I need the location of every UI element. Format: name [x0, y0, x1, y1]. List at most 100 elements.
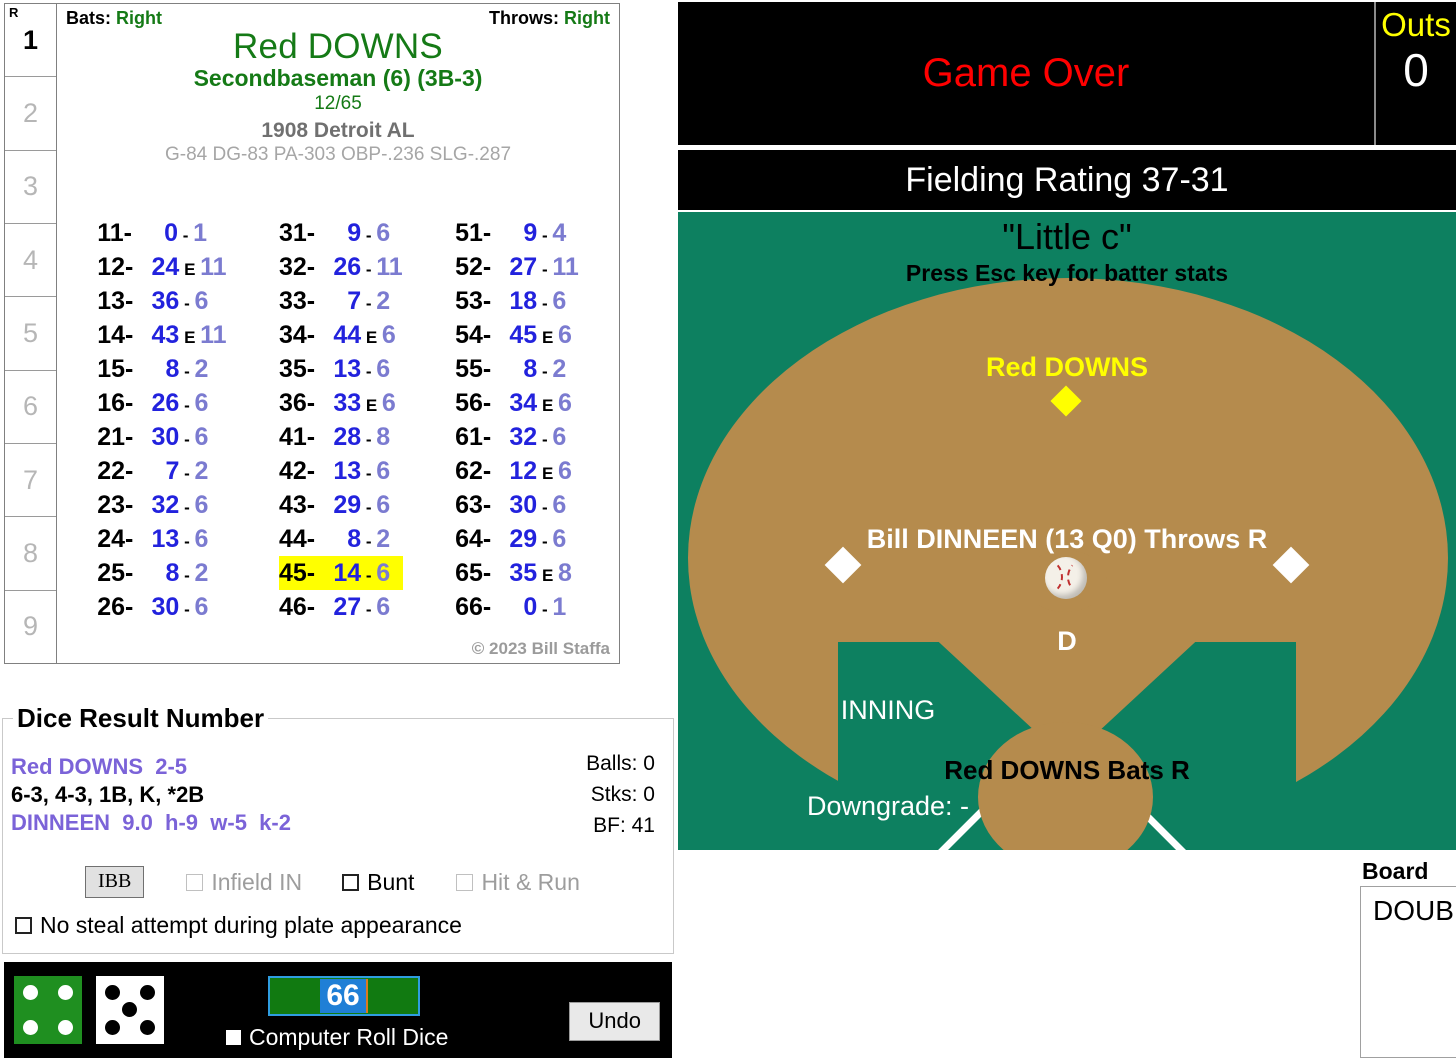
result-secondary-value: 11 — [552, 253, 579, 281]
result-row: 55- 8 - 2 — [455, 352, 579, 386]
result-key: 66- — [455, 593, 492, 621]
dice-result-group: Dice Result Number Red DOWNS 2-5 6-3, 4-… — [2, 703, 674, 954]
inning-cell-2: 2 — [5, 77, 56, 151]
result-key: 61- — [455, 423, 492, 451]
inning-number: 1 — [22, 24, 39, 55]
result-row: 45- 14 - 6 — [278, 556, 403, 590]
checkbox-icon — [456, 873, 474, 891]
result-primary-value: 24 — [151, 253, 180, 281]
result-key: 55- — [455, 355, 492, 383]
hit-and-run-checkbox[interactable]: Hit & Run — [456, 869, 580, 896]
bats-info: Bats: Right — [66, 8, 162, 29]
result-primary-value: 28 — [333, 423, 362, 451]
result-primary-value: 30 — [151, 423, 180, 451]
separator: - — [537, 600, 553, 619]
result-key: 33- — [278, 287, 316, 315]
result-row: 31- 9 - 6 — [279, 216, 403, 250]
inning-number: 8 — [22, 537, 39, 568]
error-marker: E — [179, 328, 201, 347]
result-key: 64- — [455, 525, 492, 553]
die-pip — [57, 1019, 73, 1035]
result-primary-value: 32 — [151, 491, 180, 519]
outs-label: Outs — [1381, 6, 1451, 43]
result-row: 56- 34 E 6 — [455, 386, 579, 420]
inning-number: 2 — [22, 97, 39, 128]
result-key: 32- — [278, 253, 316, 281]
result-primary-value: 0 — [164, 219, 178, 247]
white-die[interactable] — [96, 976, 164, 1044]
result-secondary-value: 6 — [558, 321, 572, 349]
throws-label: Throws: — [489, 8, 559, 28]
result-secondary-value: 6 — [552, 287, 567, 315]
error-marker: E — [361, 396, 382, 415]
die-pip — [57, 985, 73, 1001]
result-primary-value: 32 — [509, 423, 538, 451]
ibb-button[interactable]: IBB — [85, 866, 145, 898]
result-row: 53- 18 - 6 — [455, 284, 579, 318]
result-key: 45- — [278, 559, 316, 587]
separator: - — [179, 464, 195, 483]
result-secondary-value: 6 — [376, 219, 391, 247]
home-area[interactable]: Home Bench Home Pen — [1321, 784, 1448, 850]
result-primary-value: 30 — [509, 491, 538, 519]
fielding-rating-bar: Fielding Rating 37-31 — [678, 150, 1456, 210]
inning-number: 3 — [22, 171, 39, 202]
die-pip — [23, 985, 39, 1001]
bunt-checkbox[interactable]: Bunt — [342, 869, 414, 896]
result-primary-value: 26 — [333, 253, 362, 281]
result-row: 11- 0 - 1 — [97, 216, 226, 250]
result-secondary-value: 6 — [376, 593, 391, 621]
separator: - — [179, 294, 195, 313]
result-primary-value: 44 — [333, 321, 362, 349]
roll-value-text: 66 — [320, 979, 368, 1013]
error-marker: E — [537, 566, 559, 585]
result-primary-value: 34 — [509, 389, 538, 417]
result-secondary-value: 11 — [200, 321, 227, 349]
no-steal-checkbox[interactable]: No steal attempt during plate appearance — [15, 912, 462, 939]
result-secondary-value: 6 — [376, 355, 391, 383]
visitors-bench-link[interactable]: Visitors Bench — [686, 846, 826, 850]
home-bench-link[interactable]: Home Bench — [1321, 846, 1448, 850]
batter-summary-line: Red DOWNS 2-5 — [11, 754, 188, 779]
result-row: 22- 7 - 2 — [97, 454, 226, 488]
result-row: 65- 35 E 8 — [455, 556, 579, 590]
infield-in-checkbox[interactable]: Infield IN — [186, 869, 302, 896]
result-primary-value: 0 — [523, 593, 538, 621]
result-key: 13- — [97, 287, 134, 315]
result-options-line: 6-3, 4-3, 1B, K, *2B — [11, 782, 205, 807]
result-row: 16- 26 - 6 — [97, 386, 226, 420]
result-row: 34- 44 E 6 — [279, 318, 403, 352]
result-primary-value: 9 — [523, 219, 538, 247]
batters-faced: BF: 41 — [593, 814, 655, 837]
visitors-area[interactable]: Visitors Bench Visitors Pen — [686, 784, 826, 850]
balls-count: Balls: 0 — [586, 752, 655, 775]
result-column-1: 11- 0 - 1 12- 24 E 11 13- 36 - 6 14- 43 E 11 15-… — [97, 216, 226, 624]
separator: - — [361, 600, 377, 619]
result-key: 14- — [97, 321, 134, 349]
green-die[interactable] — [14, 976, 82, 1044]
checkbox-icon — [226, 1030, 241, 1045]
result-secondary-value: 6 — [552, 491, 567, 519]
computer-roll-dice-checkbox[interactable]: Computer Roll Dice — [226, 1024, 448, 1051]
fielding-rating-text: Fielding Rating 37-31 — [905, 160, 1229, 199]
result-secondary-value: 6 — [376, 457, 391, 485]
result-key: 63- — [455, 491, 492, 519]
result-row: 14- 43 E 11 — [97, 318, 226, 352]
result-row: 41- 28 - 8 — [279, 420, 403, 454]
undo-button[interactable]: Undo — [569, 1002, 660, 1041]
pitcher-summary-line: DINNEEN 9.0 h-9 w-5 k-2 — [11, 810, 291, 835]
result-row: 13- 36 - 6 — [97, 284, 226, 318]
result-row: 25- 8 - 2 — [97, 556, 226, 590]
separator: - — [537, 260, 553, 279]
result-key: 54- — [455, 321, 492, 349]
separator: - — [177, 226, 194, 245]
result-row: 23- 32 - 6 — [97, 488, 226, 522]
result-row: 64- 29 - 6 — [455, 522, 579, 556]
roll-value-input[interactable]: 66 — [268, 976, 420, 1016]
result-secondary-value: 6 — [558, 457, 572, 485]
result-key: 24- — [97, 525, 134, 553]
outs-value: 0 — [1403, 44, 1429, 96]
dice-bar: 66 Computer Roll Dice Undo — [4, 962, 672, 1058]
separator: - — [179, 430, 195, 449]
baseball-field[interactable]: "Little c" Press Esc key for batter stat… — [678, 212, 1456, 850]
